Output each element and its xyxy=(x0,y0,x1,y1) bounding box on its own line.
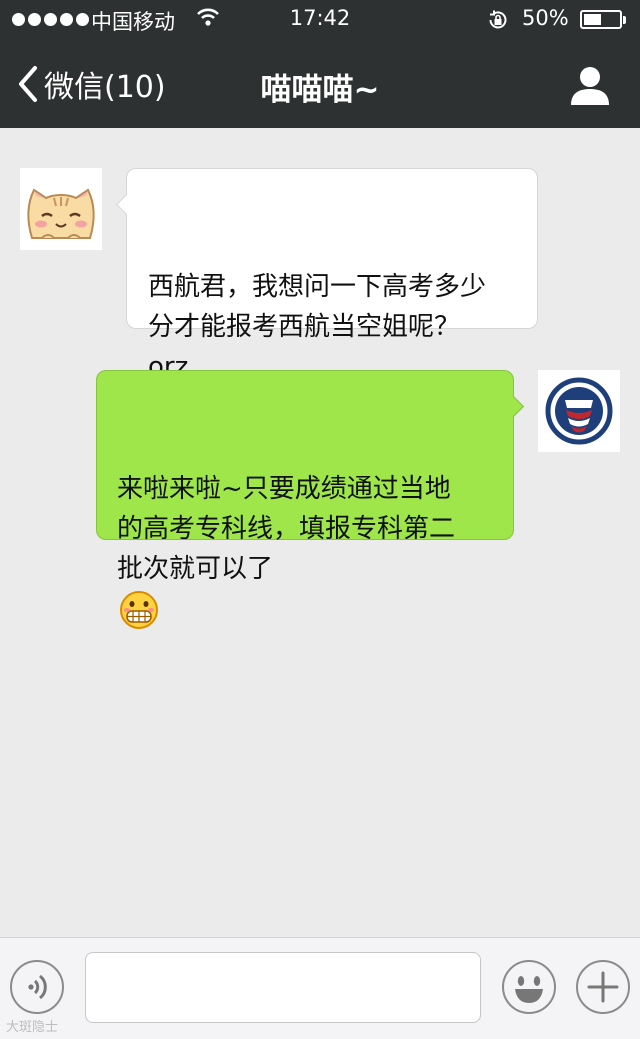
smiley-icon xyxy=(515,976,543,1003)
watermark-text: 大斑隐士 xyxy=(6,1020,59,1035)
status-bar: 中国移动 17:42 50% xyxy=(0,0,640,40)
voice-input-button[interactable] xyxy=(10,960,64,1014)
my-avatar[interactable] xyxy=(538,370,620,452)
chat-title: 喵喵喵~ xyxy=(260,72,380,108)
top-bar: 中国移动 17:42 50% 微信(10) 喵喵喵~ xyxy=(0,0,640,128)
message-text-field[interactable] xyxy=(85,952,481,1023)
incoming-message-bubble[interactable]: 西航君，我想问一下高考多少 分才能报考西航当空姐呢？ orz xyxy=(115,168,538,382)
cat-avatar-icon xyxy=(20,168,102,250)
battery-percentage: 50% xyxy=(522,6,569,30)
battery-tip xyxy=(623,16,626,24)
emoji-button[interactable] xyxy=(502,960,556,1014)
school-logo-avatar-icon xyxy=(538,370,620,452)
more-options-button[interactable] xyxy=(576,960,630,1014)
voice-icon xyxy=(28,974,47,1000)
message-input-bar xyxy=(0,937,640,1039)
battery-icon xyxy=(580,10,622,29)
incoming-message-text: 西航君，我想问一下高考多少 分才能报考西航当空姐呢？ orz xyxy=(148,272,487,382)
profile-icon[interactable] xyxy=(568,64,612,106)
plus-icon xyxy=(587,971,619,1003)
grinning-face-emoji xyxy=(120,590,158,629)
contact-avatar[interactable] xyxy=(20,168,102,250)
rotation-lock-icon xyxy=(489,10,507,29)
outgoing-message-bubble[interactable]: 来啦来啦~只要成绩通过当地 的高考专科线，填报专科第二 批次就可以了 xyxy=(96,370,525,629)
outgoing-message-text: 来啦来啦~只要成绩通过当地 的高考专科线，填报专科第二 批次就可以了 xyxy=(117,474,456,584)
